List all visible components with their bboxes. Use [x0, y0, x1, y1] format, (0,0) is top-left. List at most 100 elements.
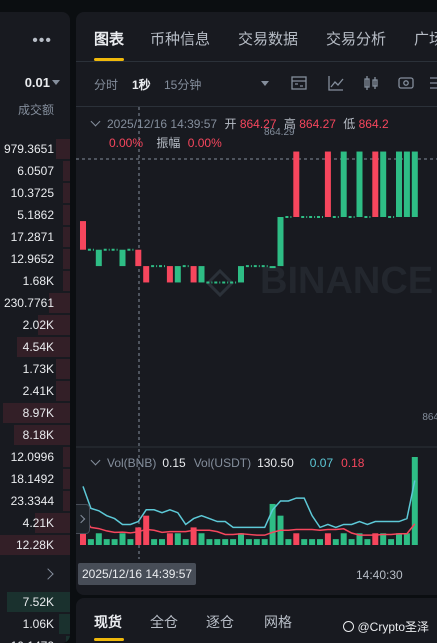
order-book-row[interactable]: 17.2871: [0, 226, 70, 248]
volume-bar: [348, 539, 355, 545]
ohlc-legend: 2025/12/16 14:39:57 开 864.27 高 864.27 低 …: [90, 115, 389, 132]
volume-bar: [174, 533, 181, 545]
order-book-row[interactable]: 5.1862: [0, 204, 70, 226]
volume-bar: [206, 539, 213, 545]
high-value: 864.27: [299, 117, 336, 131]
time-axis-tick: 14:40:30: [356, 568, 403, 582]
tab-cross-margin[interactable]: 全仓: [150, 612, 178, 632]
tab-trading-data[interactable]: 交易数据: [238, 28, 298, 49]
order-book-row[interactable]: 10.3725: [0, 182, 70, 204]
order-book-row[interactable]: 2.41K: [0, 380, 70, 402]
volume-bar: [253, 539, 260, 545]
chevron-right-icon[interactable]: [42, 568, 54, 580]
candle-bearish: [372, 151, 379, 217]
order-book-panel: ••• 0.01 成交额 979.3651 6.0507 10.3725 5.1862…: [0, 12, 70, 643]
expand-sidebar-handle[interactable]: [76, 504, 90, 534]
interval-timeline[interactable]: 分时: [94, 76, 118, 93]
order-book-row[interactable]: 8.18K: [0, 424, 70, 446]
order-book-row[interactable]: 4.54K: [0, 336, 70, 358]
candlestick-chart[interactable]: BINANCE: [76, 107, 437, 595]
collapse-chevron-icon[interactable]: [90, 455, 101, 466]
volume-bar: [245, 539, 252, 545]
order-book-row[interactable]: 1.73K: [0, 358, 70, 380]
collapse-chevron-icon[interactable]: [90, 116, 101, 127]
order-book-row[interactable]: 4.21K: [0, 512, 70, 534]
order-book-buy-row[interactable]: 1.06K: [0, 613, 70, 635]
volume-bar: [293, 533, 300, 545]
depth-bar: [63, 205, 70, 225]
order-book-volume: 18.1492: [10, 472, 54, 486]
vol-ma1-value: 0.07: [309, 456, 334, 470]
tab-chart[interactable]: 图表: [94, 28, 124, 49]
order-book-row[interactable]: 8.97K: [0, 402, 70, 424]
volume-bar: [285, 539, 292, 545]
interval-15m[interactable]: 15分钟: [164, 76, 201, 93]
candle-bullish: [269, 266, 276, 269]
low-value: 864.2: [358, 117, 389, 131]
more-dots-icon[interactable]: •••: [32, 32, 52, 50]
candle-bullish: [95, 249, 102, 267]
order-book-row[interactable]: 979.3651: [0, 138, 70, 160]
order-book-volume: 1.73K: [22, 362, 54, 376]
chart-settings-icon[interactable]: [397, 74, 415, 92]
order-book-row[interactable]: 23.3344: [0, 490, 70, 512]
tab-square[interactable]: 广场: [414, 28, 437, 49]
volume-bar: [411, 457, 418, 545]
depth-bar: [56, 139, 70, 159]
tab-spot[interactable]: 现货: [94, 612, 122, 632]
volume-bar: [103, 539, 110, 545]
tab-coin-info[interactable]: 币种信息: [150, 28, 210, 49]
order-book-buy-row[interactable]: 7.52K: [0, 591, 70, 613]
order-book-volume: 12.28K: [15, 538, 54, 552]
tab-isolated-margin[interactable]: 逐仓: [206, 612, 234, 632]
more-icon[interactable]: [428, 74, 437, 92]
chart-canvas[interactable]: BINANCE 2025/12/16 14:39:57 开 864.27 高 8…: [76, 106, 437, 595]
order-book-row[interactable]: 18.1492: [0, 468, 70, 490]
order-book-volume: 17.2871: [10, 230, 54, 244]
interval-1s[interactable]: 1秒: [132, 76, 151, 93]
order-book-row[interactable]: 1.68K: [0, 270, 70, 292]
volume-bar: [198, 533, 205, 545]
tick-size-select[interactable]: 0.01: [25, 75, 50, 90]
order-book-row[interactable]: 12.28K: [0, 534, 70, 556]
candle-type-icon[interactable]: [362, 74, 380, 92]
chart-panel: 图表 币种信息 交易数据 交易分析 广场 分时 1秒 15分钟 BINANCE …: [76, 12, 437, 595]
volume-bar: [301, 539, 308, 545]
volume-bar: [324, 533, 331, 545]
chevron-down-icon[interactable]: [52, 80, 60, 85]
depth-bar: [59, 614, 70, 634]
candle-bullish: [356, 151, 363, 217]
depth-bar: [66, 636, 70, 643]
order-book-row[interactable]: 6.0507: [0, 160, 70, 182]
depth-bar: [63, 183, 70, 203]
candle-bearish: [143, 266, 150, 283]
tab-grid[interactable]: 网格: [264, 612, 292, 632]
vol-bnb-value: 0.15: [162, 456, 186, 470]
volume-bar: [309, 539, 316, 545]
candle-bullish: [340, 151, 347, 217]
order-book-row[interactable]: 12.9652: [0, 248, 70, 270]
depth-bar: [63, 469, 70, 489]
volume-bar: [135, 527, 142, 545]
calendar-settings-icon[interactable]: [290, 74, 308, 92]
candle-bearish: [190, 266, 197, 283]
order-book-row[interactable]: 2.02K: [0, 314, 70, 336]
volume-bar: [396, 533, 402, 545]
candle-bearish: [80, 221, 86, 250]
candle-bullish: [396, 151, 402, 217]
depth-bar: [63, 447, 70, 467]
order-book-volume: 4.21K: [22, 516, 54, 530]
order-book-row[interactable]: 12.0996: [0, 446, 70, 468]
order-book-volume: 5.1862: [17, 208, 54, 222]
volume-bar: [119, 533, 126, 545]
depth-bar: [63, 491, 70, 511]
depth-bar: [63, 249, 70, 269]
order-book-row[interactable]: 230.7761: [0, 292, 70, 314]
tab-trading-analysis[interactable]: 交易分析: [326, 28, 386, 49]
depth-bar: [63, 227, 70, 247]
interval-dropdown-icon[interactable]: [261, 81, 269, 86]
active-tab-indicator: [94, 638, 124, 641]
depth-bar: [56, 359, 70, 379]
order-book-buy-row[interactable]: 10.1472: [0, 635, 70, 643]
indicator-line-icon[interactable]: [327, 74, 345, 92]
